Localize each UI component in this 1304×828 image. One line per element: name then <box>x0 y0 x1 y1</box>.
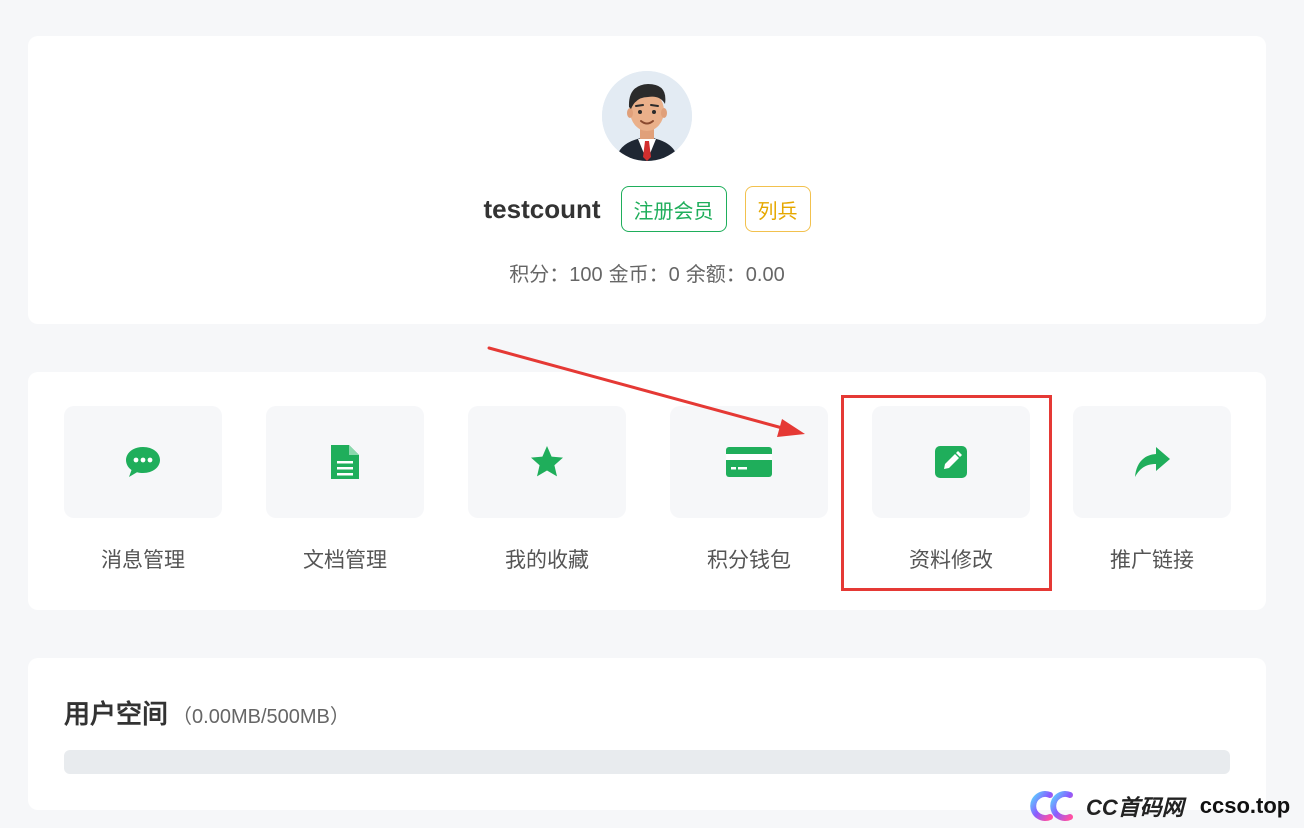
user-stats: 积分：100 金币：0 余额：0.00 <box>28 258 1266 287</box>
watermark: CC首码网 ccso.top <box>1030 786 1290 826</box>
menu-card: 消息管理 文档管理 我的收藏 积分钱包 资料修改 推广链接 <box>28 372 1266 610</box>
coins-value: 0 <box>668 264 680 286</box>
watermark-brand: CC首码网 <box>1086 795 1184 820</box>
storage-heading: 用户空间 <box>64 699 169 729</box>
coins-stat: 金币：0 <box>608 264 680 286</box>
menu-tile[interactable] <box>468 406 626 518</box>
member-level-badge: 注册会员 <box>620 186 727 232</box>
rank-badge: 列兵 <box>744 186 811 232</box>
menu-label: 积分钱包 <box>707 549 791 572</box>
balance-stat: 余额：0.00 <box>685 264 785 286</box>
credit-card-icon <box>726 447 772 477</box>
username: testcount <box>483 193 601 224</box>
cc-logo-icon <box>1030 791 1073 821</box>
chat-bubble-icon <box>126 447 160 477</box>
menu-item-documents[interactable]: 文档管理 <box>266 406 424 574</box>
points-value: 100 <box>569 264 603 286</box>
menu-tile[interactable] <box>1073 406 1231 518</box>
menu-tile[interactable] <box>64 406 222 518</box>
points-stat: 积分：100 <box>509 264 603 286</box>
profile-card: testcount 注册会员 列兵 积分：100 金币：0 余额：0.00 <box>28 36 1266 324</box>
menu-item-favorites[interactable]: 我的收藏 <box>468 406 626 574</box>
share-icon <box>1135 447 1170 477</box>
storage-title: 用户空间 （0.00MB/500MB） <box>64 694 350 731</box>
menu-tile[interactable] <box>670 406 828 518</box>
avatar-image <box>602 71 692 161</box>
menu-label: 我的收藏 <box>505 549 589 572</box>
menu-item-messages[interactable]: 消息管理 <box>64 406 222 574</box>
menu-label: 消息管理 <box>101 549 185 572</box>
document-icon <box>331 445 359 479</box>
annotation-highlight-box <box>841 395 1052 591</box>
storage-progress-bar <box>64 750 1230 774</box>
balance-value: 0.00 <box>745 264 785 286</box>
menu-tile[interactable] <box>266 406 424 518</box>
star-icon <box>531 446 563 477</box>
name-row: testcount 注册会员 列兵 <box>28 186 1266 232</box>
menu-label: 推广链接 <box>1110 549 1194 572</box>
menu-item-referral-link[interactable]: 推广链接 <box>1073 406 1231 574</box>
avatar[interactable] <box>602 71 692 161</box>
menu-item-wallet[interactable]: 积分钱包 <box>670 406 828 574</box>
storage-usage: （0.00MB/500MB） <box>172 706 350 728</box>
menu-label: 文档管理 <box>303 549 387 572</box>
watermark-site: ccso.top <box>1199 793 1291 818</box>
